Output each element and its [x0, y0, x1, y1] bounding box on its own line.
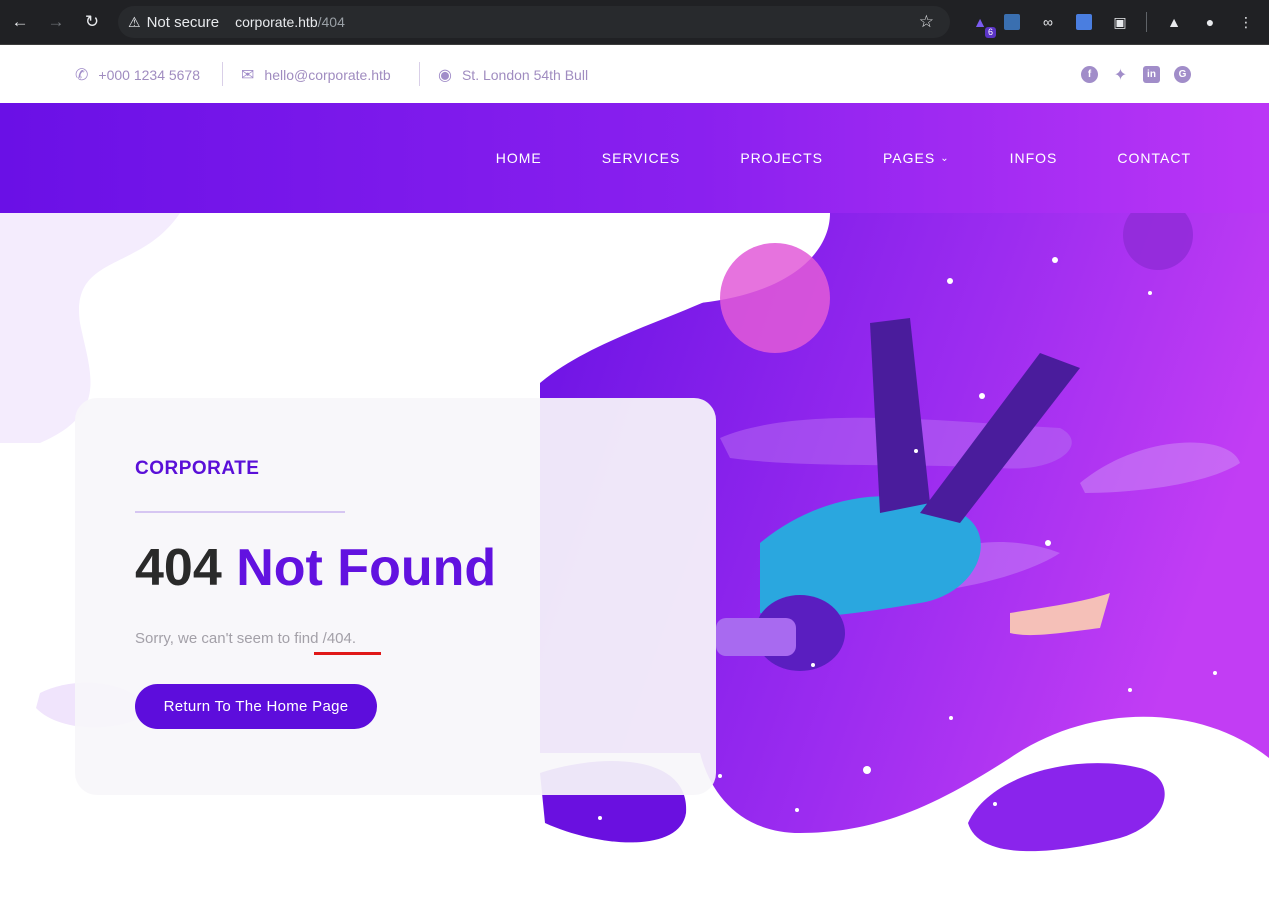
- nav-item-contact[interactable]: CONTACT: [1117, 150, 1191, 166]
- nav-label: PROJECTS: [740, 150, 823, 166]
- vr-headset: [716, 618, 796, 656]
- divider: [222, 62, 223, 86]
- nav-label: CONTACT: [1117, 150, 1191, 166]
- envelope-icon: ✉: [241, 66, 255, 84]
- planet: [720, 243, 830, 353]
- map-pin-icon: ◉: [438, 66, 452, 84]
- facebook-icon[interactable]: f: [1081, 66, 1098, 83]
- phone-info[interactable]: ✆ +000 1234 5678: [75, 46, 200, 103]
- nav-item-services[interactable]: SERVICES: [602, 150, 681, 166]
- chevron-down-icon: ⌄: [940, 152, 950, 164]
- nav-item-pages[interactable]: PAGES ⌄: [883, 150, 950, 166]
- translate-icon[interactable]: [1072, 10, 1096, 34]
- menu-kebab-icon[interactable]: ⋮: [1234, 10, 1258, 34]
- extensions-puzzle-icon[interactable]: ▣: [1108, 10, 1132, 34]
- nav-label: PAGES: [883, 150, 936, 166]
- security-label: Not secure: [146, 13, 220, 31]
- address-bar[interactable]: ⚠ Not secure corporate.htb/404 ☆: [118, 6, 950, 38]
- red-underline-annotation: [314, 652, 381, 655]
- extension-icon[interactable]: ▲ 6: [968, 10, 996, 38]
- top-info-bar: ✆ +000 1234 5678 ✉ hello@corporate.htb ◉…: [0, 46, 1269, 103]
- nav-item-infos[interactable]: INFOS: [1010, 150, 1058, 166]
- url-host: corporate.htb: [235, 14, 318, 30]
- brand-underline: [135, 511, 345, 513]
- nav-item-projects[interactable]: PROJECTS: [740, 150, 823, 166]
- google-plus-icon[interactable]: G: [1174, 66, 1191, 83]
- phone-icon: ✆: [75, 66, 89, 84]
- linkedin-icon[interactable]: in: [1143, 66, 1160, 83]
- url-path: /404: [317, 14, 345, 30]
- nav-label: INFOS: [1009, 150, 1058, 166]
- email-info[interactable]: ✉ hello@corporate.htb: [241, 46, 391, 103]
- warning-icon: ⚠: [128, 13, 141, 30]
- phone-number: +000 1234 5678: [98, 66, 201, 83]
- browser-toolbar: ← → ↻ ⚠ Not secure corporate.htb/404 ☆ ▲…: [0, 0, 1269, 45]
- error-title: Not Found: [236, 539, 497, 597]
- page-title: 404 Not Found: [135, 538, 496, 598]
- twitter-icon[interactable]: ✦: [1112, 66, 1129, 84]
- brand-name: CORPORATE: [135, 458, 260, 479]
- url-text[interactable]: corporate.htb/404: [235, 14, 345, 30]
- error-code: 404: [135, 539, 222, 597]
- social-links: f ✦ in G: [1081, 46, 1191, 103]
- link-ext-icon[interactable]: ∞: [1036, 10, 1060, 34]
- main-navbar: HOME SERVICES PROJECTS PAGES ⌄ INFOS CONT…: [0, 103, 1269, 213]
- nav-item-home[interactable]: HOME: [496, 150, 542, 166]
- nav-label: SERVICES: [601, 150, 681, 166]
- nav-menu: HOME SERVICES PROJECTS PAGES ⌄ INFOS CONT…: [496, 103, 1191, 213]
- security-indicator[interactable]: ⚠ Not secure: [128, 14, 219, 31]
- divider: [419, 62, 420, 86]
- wappalyzer-icon[interactable]: [1000, 10, 1024, 34]
- reload-icon[interactable]: ↻: [74, 4, 110, 40]
- bookmark-star-icon[interactable]: ☆: [919, 12, 934, 32]
- labs-flask-icon[interactable]: ▲: [1162, 10, 1186, 34]
- street-address: St. London 54th Bull: [461, 66, 589, 83]
- back-icon[interactable]: ←: [2, 4, 38, 40]
- profile-icon[interactable]: ●: [1198, 10, 1222, 34]
- extension-badge: 6: [984, 27, 996, 38]
- toolbar-divider: [1146, 12, 1147, 32]
- nav-label: HOME: [495, 150, 542, 166]
- forward-icon[interactable]: →: [38, 4, 74, 40]
- email-address: hello@corporate.htb: [264, 66, 391, 83]
- address-info: ◉ St. London 54th Bull: [438, 46, 588, 103]
- error-message: Sorry, we can't seem to find /404.: [135, 630, 357, 647]
- return-home-button[interactable]: Return To The Home Page: [135, 684, 377, 729]
